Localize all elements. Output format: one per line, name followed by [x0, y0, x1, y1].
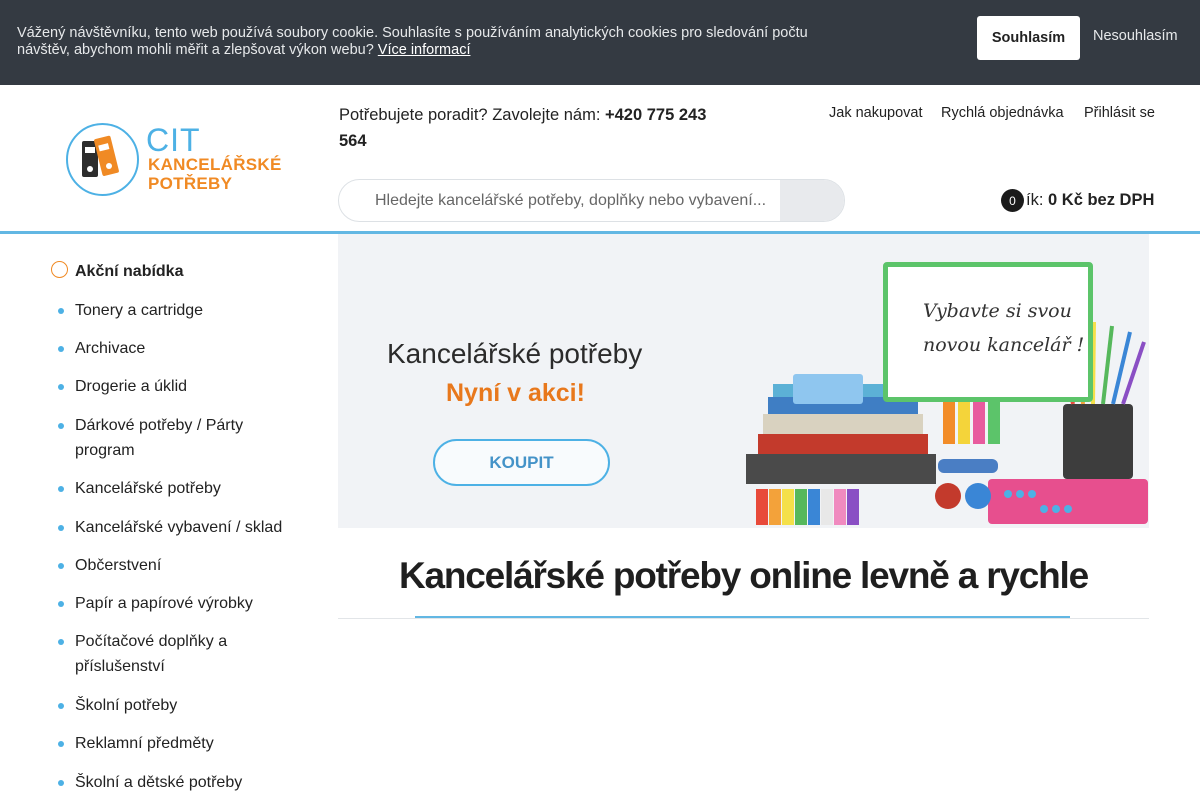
bullet-icon	[58, 741, 64, 747]
logo-text-cit: CIT	[146, 122, 201, 158]
cart-text: ík: 0 Kč bez DPH	[1026, 191, 1154, 210]
nav-quick-order[interactable]: Rychlá objednávka	[941, 105, 1064, 121]
sidebar-item-reklamni-predmety[interactable]: Reklamní předměty	[75, 731, 285, 756]
cart-value: 0 Kč bez DPH	[1048, 191, 1155, 209]
banner-subtitle: Nyní v akci!	[446, 379, 585, 407]
search-button[interactable]	[780, 180, 844, 221]
bullet-icon	[58, 780, 64, 786]
sidebar-item-obcerstveni[interactable]: Občerstvení	[75, 553, 285, 578]
bullet-icon	[58, 525, 64, 531]
logo-binders-icon	[66, 123, 139, 196]
nav-login[interactable]: Přihlásit se	[1084, 105, 1155, 121]
cookie-accept-button[interactable]: Souhlasím	[977, 16, 1080, 60]
sidebar-item-drogerie[interactable]: Drogerie a úklid	[75, 374, 285, 399]
search-bar	[338, 179, 845, 222]
bullet-icon	[58, 486, 64, 492]
bullet-icon	[58, 703, 64, 709]
contact-advice: Potřebujete poradit? Zavolejte nám: +420…	[339, 102, 719, 154]
banner-title: Kancelářské potřeby	[387, 338, 643, 369]
cookie-message: Vážený návštěvníku, tento web používá so…	[17, 25, 847, 59]
bullet-icon	[58, 308, 64, 314]
sidebar-item-papir[interactable]: Papír a papírové výrobky	[75, 591, 285, 616]
logo-text-line3: POTŘEBY	[148, 174, 233, 193]
sidebar-item-skolni-potreby[interactable]: Školní potřeby	[75, 693, 285, 718]
sidebar-item-kancelarske-vybaveni[interactable]: Kancelářské vybavení / sklad	[75, 515, 285, 540]
page-title: Kancelářské potřeby online levně a rychl…	[398, 555, 1089, 596]
sidebar-item-kancelarske-potreby[interactable]: Kancelářské potřeby	[75, 476, 285, 501]
bullet-icon	[58, 423, 64, 429]
nav-how-to-shop[interactable]: Jak nakupovat	[829, 105, 923, 121]
bullet-icon	[58, 601, 64, 607]
active-category-ring-icon	[51, 261, 68, 278]
search-icon	[802, 191, 818, 207]
advice-text: Potřebujete poradit? Zavolejte nám:	[339, 106, 601, 124]
cart-label: ík:	[1026, 191, 1044, 209]
cookie-more-info-link[interactable]: Více informací	[378, 42, 471, 58]
logo-text-line2: KANCELÁŘSKÉ	[148, 155, 282, 174]
bullet-icon	[58, 346, 64, 352]
heading-accent-underline	[415, 616, 1070, 618]
sidebar-item-archivace[interactable]: Archivace	[75, 336, 285, 361]
sidebar-item-tonery[interactable]: Tonery a cartridge	[75, 298, 285, 323]
search-input[interactable]	[339, 180, 780, 221]
sidebar-item-skolni-a-detske[interactable]: Školní a dětské potřeby	[75, 770, 285, 795]
heading-divider	[338, 618, 1149, 619]
promo-banner[interactable]: Vybavte si svou novou kancelář ! Kancelá…	[338, 234, 1149, 528]
cookie-bar: Vážený návštěvníku, tento web používá so…	[0, 0, 1200, 85]
bullet-icon	[58, 639, 64, 645]
bullet-icon	[58, 384, 64, 390]
bullet-icon	[58, 563, 64, 569]
cookie-decline-button[interactable]: Nesouhlasím	[1093, 28, 1178, 44]
banner-buy-button[interactable]: KOUPIT	[433, 439, 610, 486]
cart-count-badge: 0	[1001, 189, 1024, 212]
sidebar-item-darkove-potreby[interactable]: Dárkové potřeby / Párty program	[75, 413, 285, 463]
site-logo[interactable]: CIT KANCELÁŘSKÉ POTŘEBY	[66, 122, 281, 198]
sidebar-item-pocitacove-doplnky[interactable]: Počítačové doplňky a příslušenství	[75, 629, 285, 679]
cart-summary[interactable]: 0 ík: 0 Kč bez DPH	[1001, 188, 1154, 214]
sidebar-item-akcni-nabidka[interactable]: Akční nabídka	[75, 259, 285, 284]
banner-board-line1: Vybavte si svou	[923, 300, 1072, 322]
banner-whiteboard	[883, 262, 1093, 402]
banner-board-line2: novou kancelář !	[923, 334, 1085, 356]
